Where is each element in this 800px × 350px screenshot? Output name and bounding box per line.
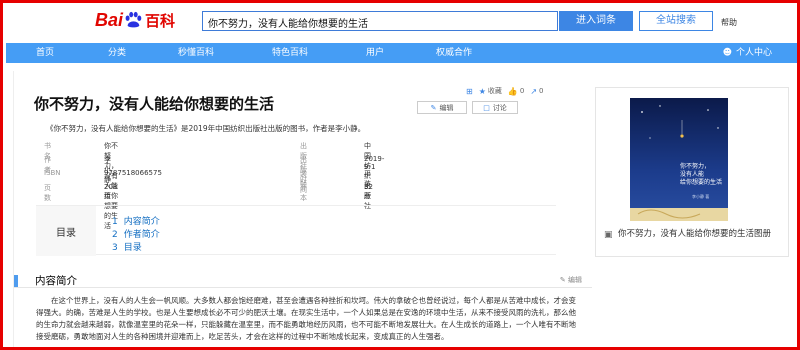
like-button[interactable]: 👍 0 bbox=[508, 87, 524, 96]
cover-title-line: 你不努力， bbox=[680, 162, 710, 170]
main-nav: 首页 分类 秒懂百科 特色百科 用户 权威合作 ☻ 个人中心 bbox=[6, 43, 797, 63]
top-bar: Bai 百科 你不努力，没有人能给你想要的生活 进入词条 全站搜索 帮助 bbox=[3, 3, 797, 41]
paw-icon bbox=[124, 11, 142, 29]
section-marker bbox=[14, 275, 18, 287]
add-icon-button[interactable]: ⊞ bbox=[466, 87, 473, 96]
info-value: 208页 bbox=[104, 183, 118, 200]
side-album: 你不努力， 没有人能 给你想要的生活 李小静 著 ▣ 你不努力，没有人能给你想要… bbox=[595, 87, 789, 257]
star-icon: ★ bbox=[478, 86, 486, 96]
nav-item-user[interactable]: 用户 bbox=[366, 43, 384, 63]
page-frame: Bai 百科 你不努力，没有人能给你想要的生活 进入词条 全站搜索 帮助 首页 … bbox=[0, 0, 800, 350]
cover-title-line: 没有人能 bbox=[680, 170, 704, 178]
album-icon: ▣ bbox=[604, 230, 613, 240]
main-column: ⊞ ★ 收藏 👍 0 ↗ 0 你不努力，没有人能给你想要的生活 ✎ 编辑 □ 讨论 《… bbox=[13, 71, 592, 347]
cover-title-line: 给你想要的生活 bbox=[680, 178, 722, 186]
edit-label: 编辑 bbox=[439, 103, 454, 112]
like-count: 0 bbox=[519, 87, 525, 95]
user-center-label: 个人中心 bbox=[735, 48, 772, 58]
thumbs-up-icon: 👍 bbox=[507, 86, 518, 96]
help-link[interactable]: 帮助 bbox=[721, 17, 737, 28]
pencil-icon: ✎ bbox=[430, 103, 437, 112]
edit-button[interactable]: ✎ 编辑 bbox=[417, 101, 467, 114]
nav-item-miaodong[interactable]: 秒懂百科 bbox=[178, 43, 214, 63]
info-value: 32开 bbox=[364, 183, 373, 200]
entry-actions: ⊞ ★ 收藏 👍 0 ↗ 0 bbox=[466, 86, 543, 96]
toc-item-number: 2 bbox=[112, 230, 118, 240]
section-paragraph: 在这个世界上，没有人的人生会一帆风顺。大多数人都会饱经磨难，甚至会遭遇各种挫折和… bbox=[36, 296, 576, 341]
favorite-button[interactable]: ★ 收藏 bbox=[479, 86, 502, 96]
section-edit-button[interactable]: ✎ 编辑 bbox=[560, 275, 582, 285]
share-count: 0 bbox=[539, 87, 544, 95]
share-button[interactable]: ↗ 0 bbox=[530, 87, 543, 96]
share-icon: ↗ bbox=[530, 86, 538, 96]
nav-item-category[interactable]: 分类 bbox=[108, 43, 126, 63]
discuss-label: 讨论 bbox=[492, 103, 507, 112]
content-intro-section: 内容简介 ✎ 编辑 在这个世界上，没有人的人生会一帆风顺。大多数人都会饱经磨难，… bbox=[14, 269, 592, 347]
section-divider bbox=[14, 287, 592, 288]
baike-logo[interactable]: Bai 百科 bbox=[95, 9, 175, 31]
toc-item[interactable]: 2 作者简介 bbox=[112, 227, 160, 240]
info-value: 9787518066575 bbox=[104, 169, 162, 177]
entry-summary: 《你不努力，没有人能给你想要的生活》是2019年中国纺织出版社出版的图书，作者是… bbox=[46, 124, 366, 133]
toc-item-number: 3 bbox=[112, 243, 118, 253]
logo-baike: 百科 bbox=[145, 11, 176, 30]
comment-icon: □ bbox=[483, 103, 490, 112]
search-input[interactable]: 你不努力，没有人能给你想要的生活 bbox=[202, 11, 558, 31]
nav-item-featured[interactable]: 特色百科 bbox=[272, 43, 308, 63]
plus-icon: ⊞ bbox=[466, 86, 473, 96]
toc-item[interactable]: 1 内容简介 bbox=[112, 214, 160, 227]
album-caption[interactable]: 你不努力，没有人能给你想要的生活图册 bbox=[618, 228, 783, 240]
info-label: 开 本 bbox=[300, 184, 314, 202]
logo-bai: Bai bbox=[95, 9, 124, 30]
content-area: ⊞ ★ 收藏 👍 0 ↗ 0 你不努力，没有人能给你想要的生活 ✎ 编辑 □ 讨论 《… bbox=[13, 71, 793, 347]
toc-item[interactable]: 3 目录 bbox=[112, 240, 142, 253]
toc-item-label: 作者简介 bbox=[123, 230, 160, 240]
favorite-label: 收藏 bbox=[487, 87, 502, 95]
info-label: 页 数 bbox=[44, 184, 58, 202]
toc-item-number: 1 bbox=[112, 217, 118, 227]
user-center-link[interactable]: ☻ 个人中心 bbox=[723, 43, 772, 63]
info-label: ISBN bbox=[44, 169, 61, 177]
cover-author: 李小静 著 bbox=[692, 193, 709, 199]
section-edit-label: 编辑 bbox=[568, 276, 582, 284]
site-search-button[interactable]: 全站搜索 bbox=[639, 11, 713, 31]
toc-title: 目录 bbox=[36, 206, 96, 256]
enter-entry-button[interactable]: 进入词条 bbox=[559, 11, 633, 31]
user-icon: ☻ bbox=[722, 48, 732, 58]
pencil-icon: ✎ bbox=[559, 276, 566, 284]
toc-item-label: 目录 bbox=[123, 243, 142, 253]
entry-title: 你不努力，没有人能给你想要的生活 bbox=[34, 95, 275, 113]
toc-item-label: 内容简介 bbox=[123, 217, 160, 227]
section-title: 内容简介 bbox=[35, 275, 77, 287]
nav-item-partners[interactable]: 权威合作 bbox=[436, 43, 472, 63]
discuss-button[interactable]: □ 讨论 bbox=[472, 101, 518, 114]
nav-item-home[interactable]: 首页 bbox=[36, 43, 54, 63]
table-of-contents: 目录 1 内容简介 2 作者简介 3 目录 bbox=[36, 205, 556, 256]
book-cover-image[interactable]: 你不努力， 没有人能 给你想要的生活 李小静 著 bbox=[630, 98, 728, 221]
